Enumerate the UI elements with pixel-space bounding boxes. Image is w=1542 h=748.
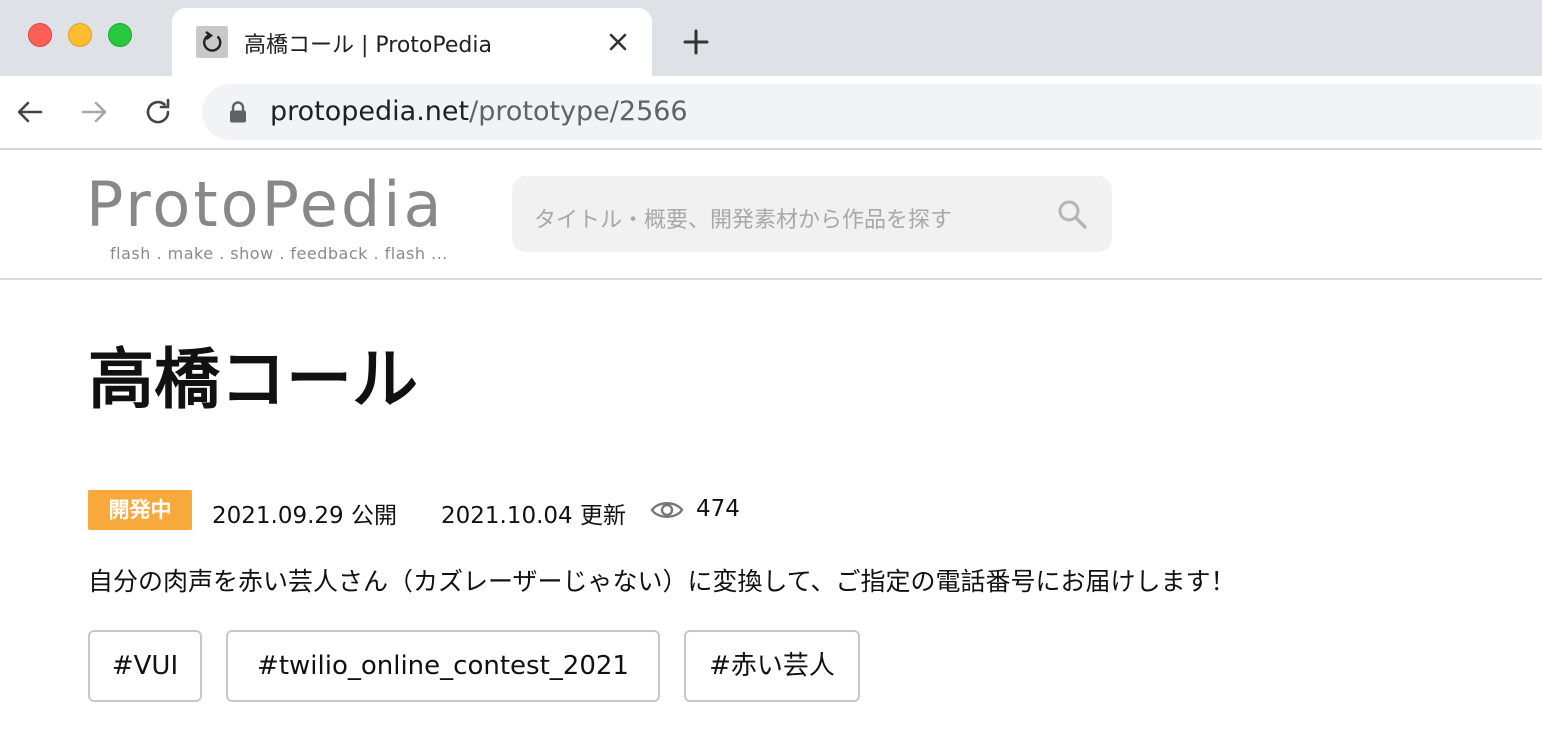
search-icon[interactable] xyxy=(1056,198,1088,230)
url-path: /prototype/2566 xyxy=(469,96,688,127)
new-tab-icon[interactable] xyxy=(682,28,710,56)
url-host: protopedia.net xyxy=(270,96,470,127)
page-title: 高橋コール xyxy=(88,341,418,418)
window-close-button[interactable] xyxy=(28,23,52,47)
view-count: 474 xyxy=(696,496,740,522)
window-zoom-button[interactable] xyxy=(108,23,132,47)
prototype-summary: 自分の肉声を赤い芸人さん（カズレーザーじゃない）に変換して、ご指定の電話番号にお… xyxy=(88,567,1236,596)
address-bar[interactable]: protopedia.net/prototype/2566 xyxy=(202,84,1542,140)
search-placeholder: タイトル・概要、開発素材から作品を探す xyxy=(534,208,953,233)
window-minimize-button[interactable] xyxy=(68,23,92,47)
browser-toolbar: protopedia.net/prototype/2566 xyxy=(0,76,1542,150)
address-url[interactable]: protopedia.net/prototype/2566 xyxy=(270,96,688,127)
published-date: 2021.09.29 公開 xyxy=(212,503,397,529)
reload-icon[interactable] xyxy=(142,96,174,128)
status-badge: 開発中 xyxy=(88,490,192,530)
site-header: ProtoPedia flash . make . show . feedbac… xyxy=(0,150,1542,280)
browser-tab-bar: 高橋コール | ProtoPedia xyxy=(0,0,1542,76)
lock-icon[interactable] xyxy=(228,101,248,123)
tag-link[interactable]: #赤い芸人 xyxy=(684,630,860,702)
tag-link[interactable]: #VUI xyxy=(88,630,202,702)
eye-icon xyxy=(650,498,684,522)
back-arrow-icon[interactable] xyxy=(14,96,46,128)
close-icon[interactable] xyxy=(606,30,630,54)
site-logo[interactable]: ProtoPedia flash . make . show . feedbac… xyxy=(86,170,466,270)
prototype-meta: 開発中 2021.09.29 公開 2021.10.04 更新 474 xyxy=(88,490,888,530)
forward-arrow-icon[interactable] xyxy=(78,96,110,128)
tag-link[interactable]: #twilio_online_contest_2021 xyxy=(226,630,660,702)
logo-text: ProtoPedia xyxy=(86,168,445,241)
updated-date: 2021.10.04 更新 xyxy=(441,503,626,529)
logo-tagline: flash . make . show . feedback . flash .… xyxy=(110,244,448,263)
tab-title: 高橋コール | ProtoPedia xyxy=(244,33,492,58)
search-input[interactable]: タイトル・概要、開発素材から作品を探す xyxy=(512,176,1112,252)
reload-icon xyxy=(196,26,228,58)
browser-tab-active[interactable]: 高橋コール | ProtoPedia xyxy=(172,8,652,76)
